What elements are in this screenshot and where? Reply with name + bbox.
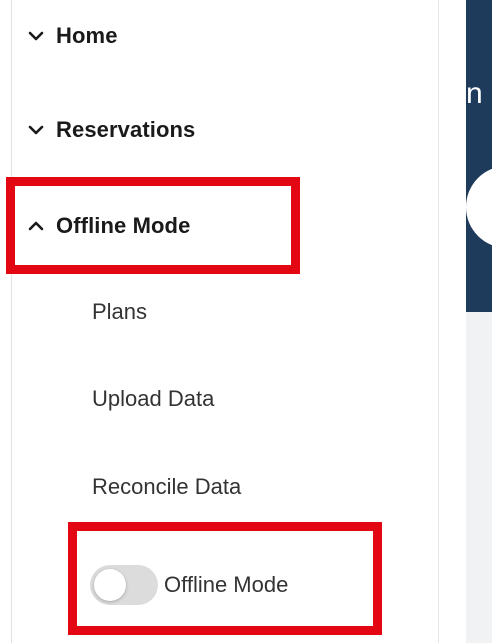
sidebar-item-label: Reservations bbox=[56, 117, 196, 142]
main-header-title: n bbox=[466, 77, 483, 110]
sidebar-item-label: Offline Mode bbox=[56, 213, 191, 238]
toggle-knob bbox=[94, 569, 126, 601]
offline-mode-toggle[interactable] bbox=[90, 565, 158, 605]
submenu-item-upload-data[interactable]: Upload Data bbox=[92, 381, 214, 417]
chevron-up-icon bbox=[28, 216, 56, 236]
offline-mode-toggle-row[interactable]: Offline Mode bbox=[90, 563, 288, 607]
chevron-down-icon bbox=[28, 120, 56, 140]
submenu-item-reconcile-data[interactable]: Reconcile Data bbox=[92, 469, 241, 505]
submenu-item-plans[interactable]: Plans bbox=[92, 294, 147, 330]
main-header: n bbox=[466, 0, 492, 312]
sidebar-item-home[interactable]: Home bbox=[28, 16, 118, 56]
offline-mode-toggle-label: Offline Mode bbox=[164, 572, 289, 597]
sidebar-item-offline-mode[interactable]: Offline Mode bbox=[28, 206, 190, 246]
main-header-circle bbox=[466, 166, 492, 248]
sidebar-left-border bbox=[11, 0, 12, 643]
sidebar-divider bbox=[438, 0, 439, 643]
page: n Home Reservations Offline Mode Plans U… bbox=[0, 0, 492, 643]
sidebar-item-reservations[interactable]: Reservations bbox=[28, 110, 195, 150]
sidebar-item-label: Home bbox=[56, 23, 118, 48]
chevron-down-icon bbox=[28, 26, 56, 46]
